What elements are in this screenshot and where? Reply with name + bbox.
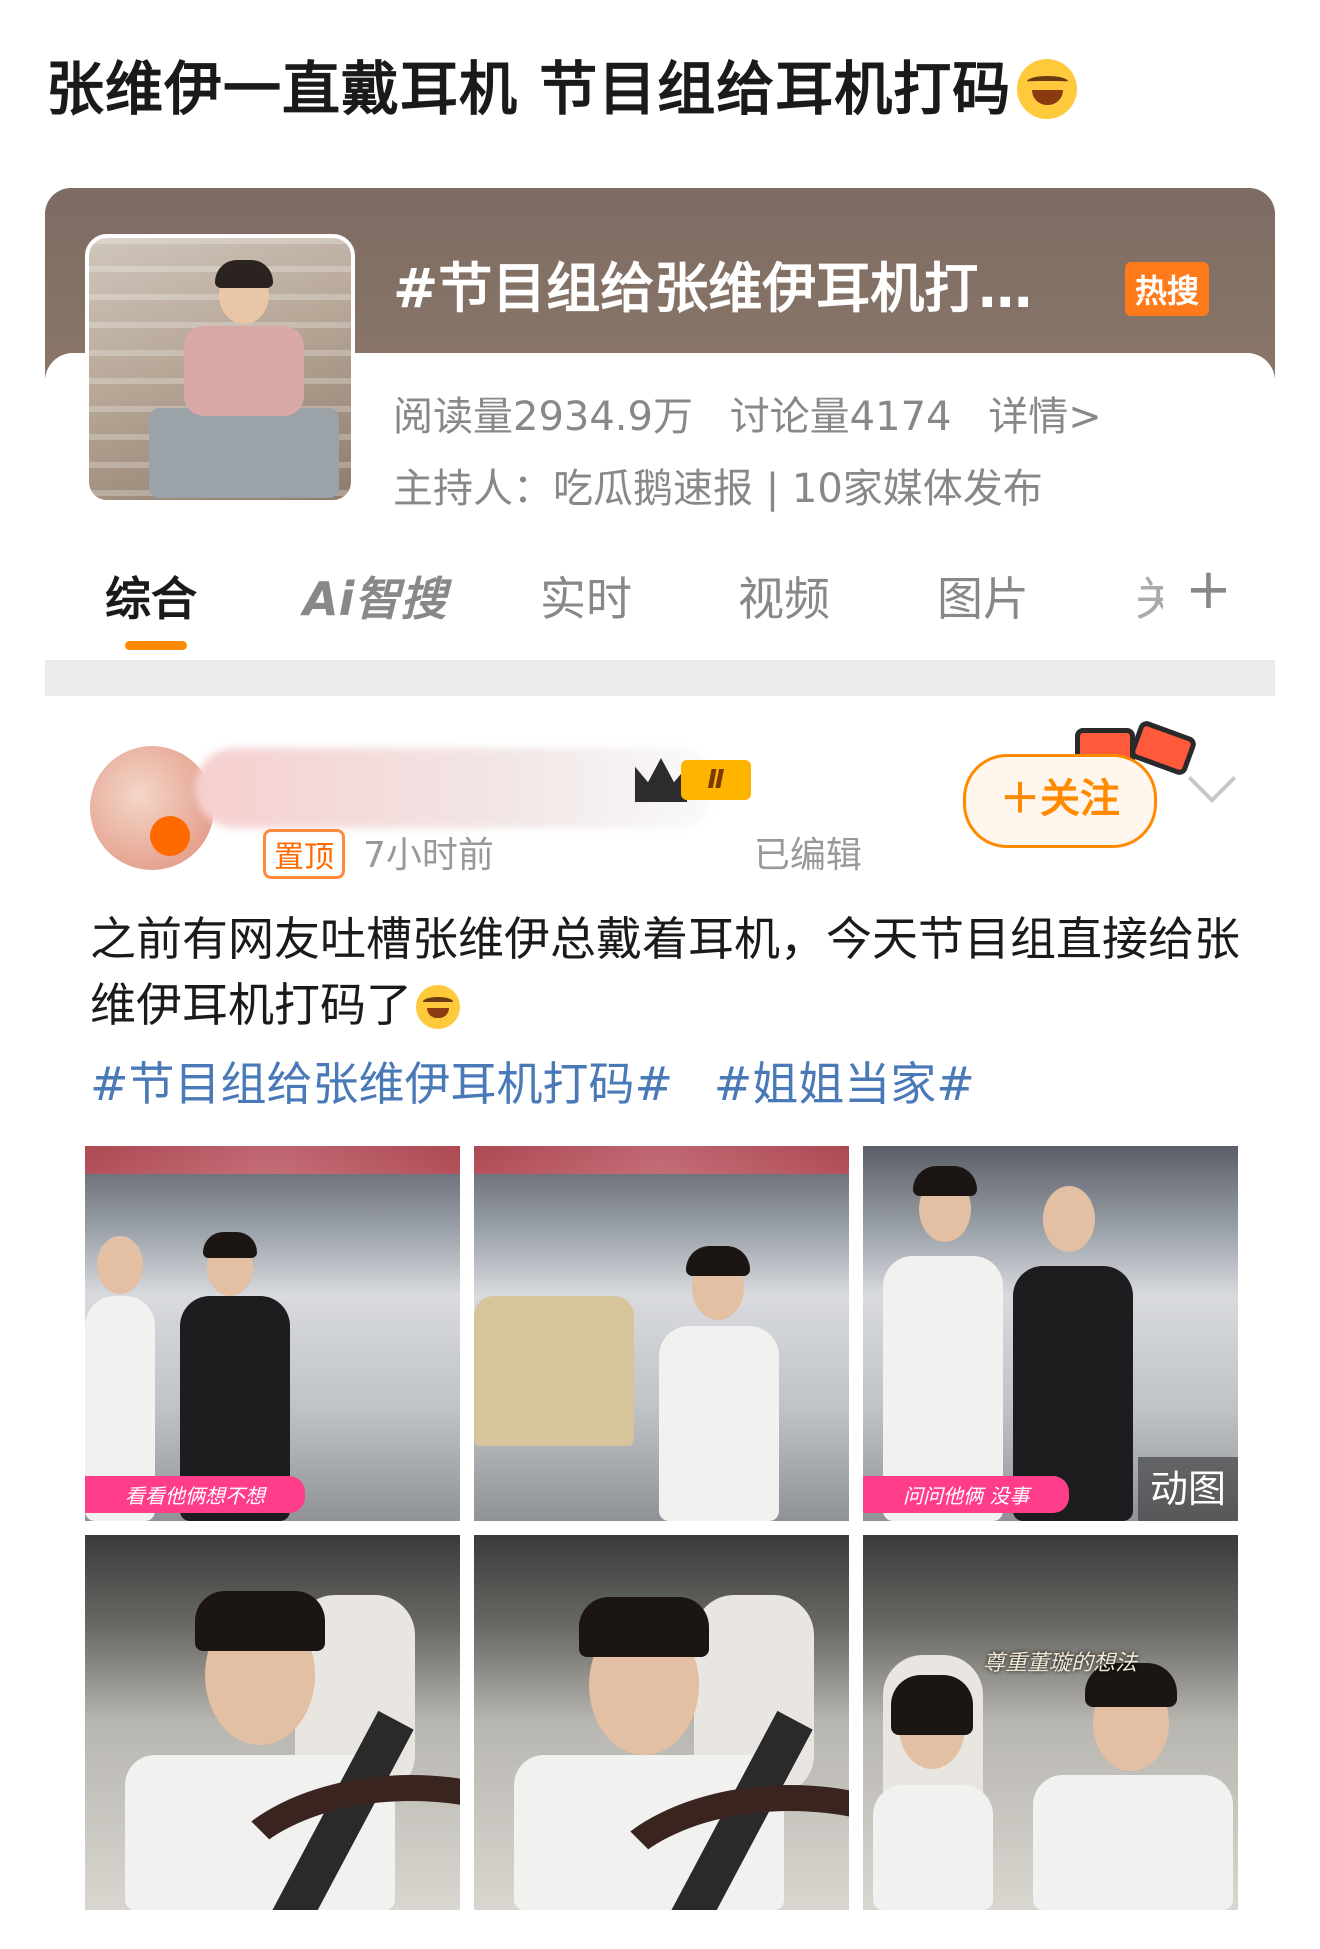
post-image[interactable] [474, 1535, 849, 1910]
host-line[interactable]: 主持人：吃瓜鹅速报 | 10家媒体发布 [393, 456, 1043, 514]
pinned-tag: 置顶 [263, 829, 345, 879]
post-time: 7小时前 [363, 835, 494, 876]
post-card: Ⅱ 置顶 7小时前 已编辑 ＋关注 之前有网友吐槽张维伊总戴着耳机，今天节目组直接给… [45, 696, 1275, 1949]
image-caption: 看看他俩想不想 [85, 1476, 305, 1513]
tab-bar: 综合 Ai智搜 实时 视频 图片 关 + [45, 545, 1275, 655]
add-tab-icon[interactable]: + [1185, 557, 1232, 622]
tab-images[interactable]: 图片 [937, 563, 1029, 629]
follow-button[interactable]: ＋关注 [963, 754, 1157, 848]
post-image[interactable]: 问问他俩 没事 动图 [863, 1146, 1238, 1521]
topic-stats: 阅读量2934.9万 讨论量4174 详情> [393, 384, 1126, 442]
tab-realtime[interactable]: 实时 [540, 563, 632, 629]
vip-level: Ⅱ [681, 760, 751, 800]
laughing-emoji-icon [416, 985, 460, 1029]
chevron-down-icon[interactable] [1187, 754, 1237, 804]
post-hashtags: #节目组给张维伊耳机打码# #姐姐当家# [90, 1048, 1001, 1114]
post-image[interactable] [85, 1535, 460, 1910]
topic-title[interactable]: #节目组给张维伊耳机打… [393, 244, 1032, 323]
edited-label: 已编辑 [753, 835, 862, 876]
vip-badge: Ⅱ [635, 752, 755, 804]
read-count: 阅读量2934.9万 [393, 394, 693, 440]
tab-ai-search[interactable]: Ai智搜 [303, 563, 446, 629]
hashtag-link[interactable]: #节目组给张维伊耳机打码# [90, 1057, 673, 1111]
hot-badge: 热搜 [1125, 262, 1210, 316]
post-image[interactable]: 尊重董璇的想法 @追 [863, 1535, 1238, 1910]
gif-badge: 动图 [1138, 1457, 1238, 1521]
discussion-count: 讨论量4174 [729, 394, 952, 440]
tab-video[interactable]: 视频 [738, 563, 830, 629]
watermark: @追 [1195, 1882, 1228, 1901]
post-meta: 置顶 7小时前 已编辑 [263, 826, 862, 879]
details-link[interactable]: 详情> [988, 394, 1102, 440]
hashtag-link[interactable]: #姐姐当家# [714, 1057, 975, 1111]
post-image[interactable] [474, 1146, 849, 1521]
tab-truncated[interactable]: 关 [1135, 563, 1163, 629]
author-avatar[interactable] [90, 746, 214, 870]
post-text: 之前有网友吐槽张维伊总戴着耳机，今天节目组直接给张维伊耳机打码了 [90, 912, 1240, 1032]
section-divider [45, 660, 1275, 696]
page-title: 张维伊一直戴耳机 节目组给耳机打码 [46, 42, 1078, 126]
image-caption: 问问他俩 没事 [863, 1476, 1070, 1513]
topic-cover-image[interactable] [85, 234, 355, 504]
post-image[interactable]: 看看他俩想不想 [85, 1146, 460, 1521]
active-tab-indicator [125, 641, 187, 650]
image-caption: 尊重董璇的想法 [983, 1651, 1138, 1676]
tab-comprehensive[interactable]: 综合 [105, 563, 197, 629]
laughing-emoji-icon [1017, 59, 1078, 119]
crown-icon [635, 758, 687, 802]
